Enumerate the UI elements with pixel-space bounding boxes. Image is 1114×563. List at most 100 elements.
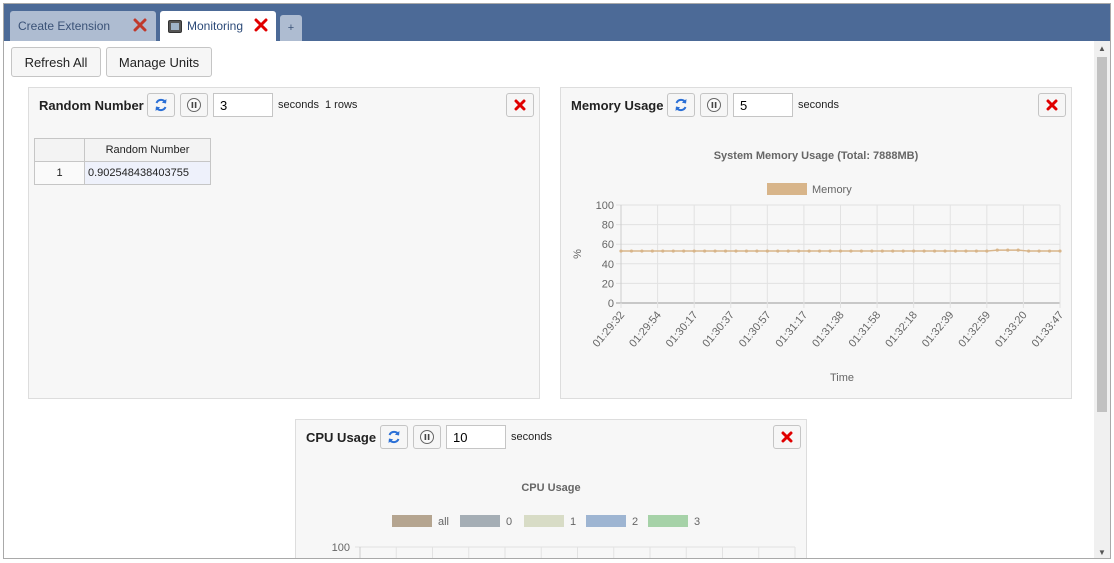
scrollbar-thumb[interactable] bbox=[1097, 57, 1107, 412]
cpu-usage-panel: CPU Usage seconds bbox=[295, 419, 807, 558]
data-point-memory bbox=[870, 249, 874, 253]
data-point-memory bbox=[943, 249, 947, 253]
data-point-memory bbox=[692, 249, 696, 253]
x-tick-label: 01:31:17 bbox=[773, 309, 810, 350]
data-point-memory bbox=[807, 249, 811, 253]
legend-label-cpu-1: 1 bbox=[570, 516, 576, 528]
data-point-memory bbox=[629, 249, 634, 253]
scroll-up-arrow-icon[interactable]: ▲ bbox=[1098, 44, 1106, 53]
tab-bar: Create Extension Monitoring + bbox=[4, 4, 1110, 41]
x-axis-label: Time bbox=[830, 372, 854, 384]
close-icon[interactable] bbox=[254, 18, 268, 32]
data-point-memory bbox=[619, 249, 623, 253]
pause-icon bbox=[420, 430, 434, 444]
seconds-label: seconds bbox=[798, 99, 839, 111]
data-point-memory bbox=[776, 249, 780, 253]
panel-title: Random Number bbox=[39, 98, 144, 113]
refresh-button[interactable] bbox=[147, 93, 175, 117]
vertical-scrollbar[interactable]: ▲ ▼ bbox=[1094, 41, 1110, 558]
seconds-label: seconds bbox=[511, 431, 552, 443]
pause-button[interactable] bbox=[180, 93, 208, 117]
close-panel-button[interactable] bbox=[1038, 93, 1066, 117]
close-icon bbox=[514, 99, 526, 111]
data-point-memory bbox=[817, 249, 822, 253]
x-tick-label: 01:31:38 bbox=[810, 309, 847, 350]
chart-title: System Memory Usage (Total: 7888MB) bbox=[714, 150, 919, 162]
legend-label-cpu-0: 0 bbox=[506, 516, 512, 528]
column-header-index[interactable] bbox=[34, 138, 85, 162]
data-point-memory bbox=[849, 249, 853, 253]
close-icon bbox=[1046, 99, 1058, 111]
x-tick-label: 01:30:17 bbox=[664, 309, 701, 350]
data-point-memory bbox=[661, 249, 665, 253]
pause-button[interactable] bbox=[413, 425, 441, 449]
panel-title: CPU Usage bbox=[306, 430, 377, 445]
random-number-cell[interactable]: 0.902548438403755 bbox=[84, 161, 211, 185]
seconds-label: seconds bbox=[278, 99, 319, 111]
data-point-memory bbox=[1027, 249, 1031, 253]
random-number-table: Random Number 1 0.902548438403755 bbox=[34, 138, 211, 185]
x-tick-label: 01:30:57 bbox=[737, 309, 774, 350]
add-tab-label: + bbox=[287, 22, 295, 34]
x-tick-label: 01:31:58 bbox=[847, 309, 884, 350]
tab-create-extension[interactable]: Create Extension bbox=[10, 11, 156, 41]
interval-input[interactable] bbox=[213, 93, 273, 117]
data-point-memory bbox=[786, 249, 790, 253]
interval-input[interactable] bbox=[733, 93, 793, 117]
y-tick-label: 100 bbox=[332, 542, 350, 554]
y-tick-label: 100 bbox=[596, 200, 614, 212]
y-tick-label: 80 bbox=[602, 220, 614, 232]
refresh-icon bbox=[675, 98, 687, 112]
data-point-memory bbox=[765, 249, 769, 253]
tab-label: Create Extension bbox=[18, 19, 111, 33]
data-point-memory bbox=[838, 249, 843, 253]
x-tick-label: 01:29:32 bbox=[591, 309, 628, 350]
memory-usage-panel: Memory Usage seconds bbox=[560, 87, 1072, 399]
close-panel-button[interactable] bbox=[773, 425, 801, 449]
legend-swatch-cpu-2 bbox=[586, 515, 626, 527]
data-point-memory bbox=[1016, 248, 1020, 252]
manage-units-button[interactable]: Manage Units bbox=[106, 47, 212, 77]
close-panel-button[interactable] bbox=[506, 93, 534, 117]
refresh-icon bbox=[388, 430, 400, 444]
panel-title: Memory Usage bbox=[571, 98, 664, 113]
interval-input[interactable] bbox=[446, 425, 506, 449]
y-tick-label: 40 bbox=[602, 259, 614, 271]
y-axis-label: % bbox=[572, 249, 584, 259]
data-point-memory bbox=[1006, 248, 1010, 252]
scroll-down-arrow-icon[interactable]: ▼ bbox=[1098, 548, 1106, 557]
data-point-memory bbox=[650, 249, 654, 253]
table-row[interactable]: 1 0.902548438403755 bbox=[34, 161, 211, 185]
legend-label-memory: Memory bbox=[812, 184, 852, 196]
refresh-all-button[interactable]: Refresh All bbox=[11, 47, 101, 77]
data-point-memory bbox=[1037, 249, 1041, 253]
cpu-chart: CPU Usageall012310080 bbox=[332, 482, 796, 558]
tab-monitoring[interactable]: Monitoring bbox=[160, 11, 276, 41]
x-tick-label: 01:32:39 bbox=[920, 309, 957, 350]
app-window: Create Extension Monitoring + Refresh Al… bbox=[3, 3, 1111, 559]
pause-button[interactable] bbox=[700, 93, 728, 117]
data-point-memory bbox=[891, 249, 895, 253]
x-tick-label: 01:33:20 bbox=[993, 309, 1030, 350]
y-tick-label: 20 bbox=[602, 278, 614, 290]
refresh-button[interactable] bbox=[667, 93, 695, 117]
legend-swatch-cpu-3 bbox=[648, 515, 688, 527]
chart-title: CPU Usage bbox=[521, 482, 580, 494]
refresh-button[interactable] bbox=[380, 425, 408, 449]
y-tick-label: 60 bbox=[602, 239, 614, 251]
data-point-memory bbox=[901, 249, 905, 253]
y-tick-label: 0 bbox=[608, 298, 614, 310]
data-point-memory bbox=[922, 249, 926, 253]
data-point-memory bbox=[1047, 249, 1052, 253]
data-point-memory bbox=[859, 249, 864, 253]
legend-swatch-cpu-0 bbox=[460, 515, 500, 527]
data-point-memory bbox=[953, 249, 958, 253]
column-header-random-number[interactable]: Random Number bbox=[84, 138, 211, 162]
data-point-memory bbox=[932, 249, 937, 253]
legend-swatch-cpu-all bbox=[392, 515, 432, 527]
close-icon[interactable] bbox=[133, 18, 147, 32]
pause-icon bbox=[187, 98, 201, 112]
data-point-memory bbox=[985, 249, 989, 253]
table-header-row: Random Number bbox=[34, 138, 211, 162]
add-tab-button[interactable]: + bbox=[280, 15, 302, 41]
